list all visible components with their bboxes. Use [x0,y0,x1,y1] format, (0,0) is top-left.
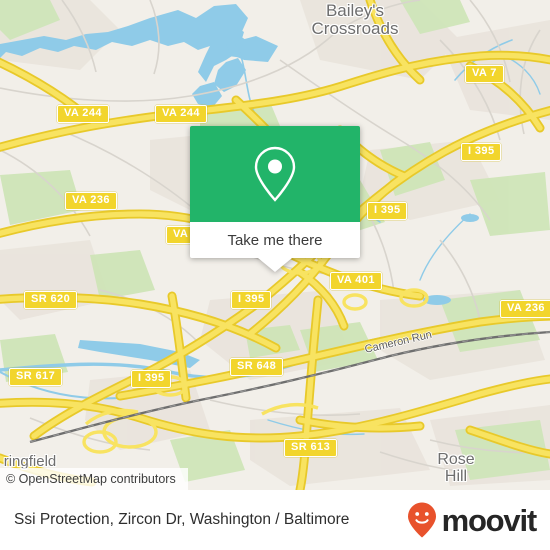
shield-va-236-left[interactable]: VA 236 [65,192,117,210]
moovit-pin-icon [407,502,436,538]
location-title: Ssi Protection, Zircon Dr, Washington / … [14,511,350,528]
shield-va-7[interactable]: VA 7 [465,65,504,83]
moovit-logo[interactable]: moovit [406,501,538,539]
location-popup-card[interactable]: Take me there [190,126,360,272]
shield-i-395-mid[interactable]: I 395 [367,202,408,220]
shield-i-395-lower[interactable]: I 395 [131,370,172,388]
shield-sr-613[interactable]: SR 613 [284,439,338,457]
shield-va-244-right[interactable]: VA 244 [155,105,207,123]
shield-i-395-top[interactable]: I 395 [461,143,502,161]
shield-sr-617[interactable]: SR 617 [9,368,63,386]
popup-action-bar[interactable]: Take me there [190,222,360,258]
shield-va-244-left[interactable]: VA 244 [57,105,109,123]
map-canvas[interactable]: Bailey's Crossroads Rose Hill ringfield … [0,0,550,490]
shield-va-236-right[interactable]: VA 236 [500,300,550,318]
osm-attribution-text: © OpenStreetMap contributors [6,472,176,486]
popup-header [190,126,360,222]
shield-i-395-center[interactable]: I 395 [231,291,272,309]
moovit-map-screenshot: Bailey's Crossroads Rose Hill ringfield … [0,0,550,550]
shield-sr-620[interactable]: SR 620 [24,291,78,309]
moovit-wordmark: moovit [441,502,538,538]
osm-attribution[interactable]: © OpenStreetMap contributors [0,468,188,490]
footer-bar: Ssi Protection, Zircon Dr, Washington / … [0,490,550,550]
shield-va-401[interactable]: VA 401 [330,272,382,290]
shield-sr-648[interactable]: SR 648 [230,358,284,376]
take-me-there-label: Take me there [227,231,323,249]
popup-tail-arrow [258,258,292,272]
map-pin-icon [254,146,296,202]
